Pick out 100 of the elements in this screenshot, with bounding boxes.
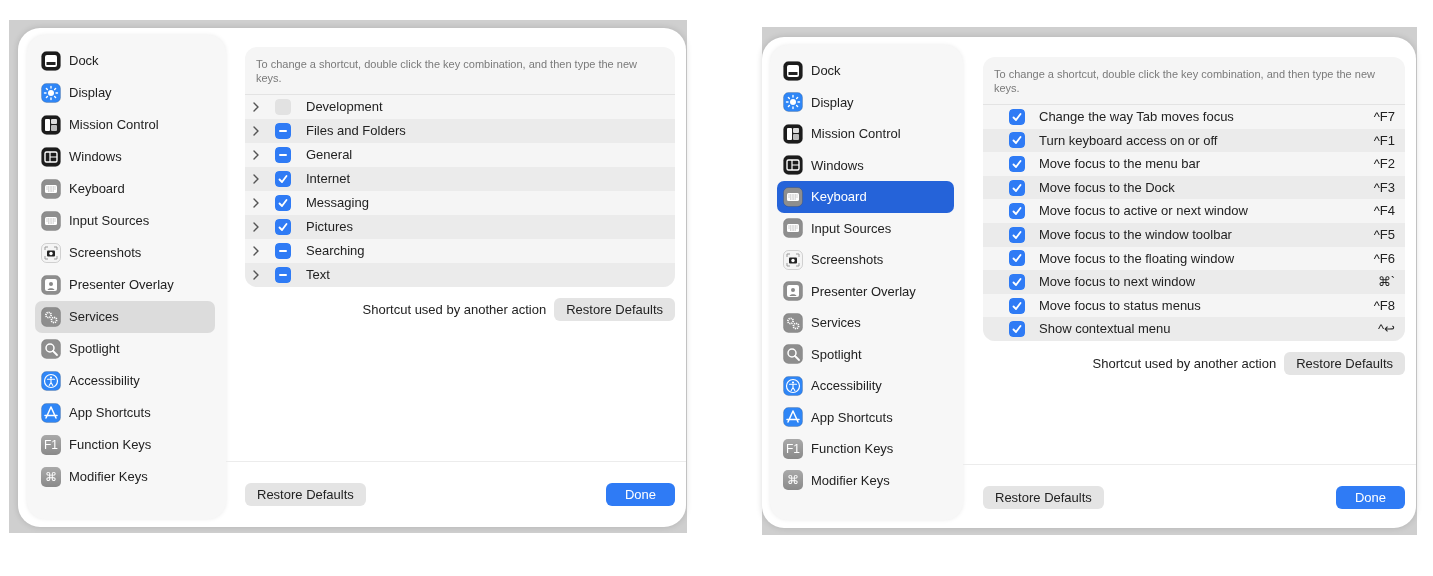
keyboard-icon xyxy=(783,218,803,239)
row-label: Change the way Tab moves focus xyxy=(1039,109,1234,125)
chevron-icon[interactable] xyxy=(251,173,261,185)
triangle-lines-icon xyxy=(783,407,803,428)
shortcut-keys[interactable]: ^F1 xyxy=(1373,130,1395,151)
sidebar-item[interactable]: Display xyxy=(35,77,215,109)
sidebar-item[interactable]: Presenter Overlay xyxy=(777,275,954,307)
row-label: Files and Folders xyxy=(306,123,406,139)
sidebar-item[interactable]: Spotlight xyxy=(777,338,954,370)
windows-grid-icon xyxy=(783,123,803,144)
sidebar-item[interactable]: Windows xyxy=(35,141,215,173)
shortcut-keys[interactable]: ^F7 xyxy=(1373,107,1395,127)
sidebar-item[interactable]: F1 Function Keys xyxy=(35,429,215,461)
checkbox[interactable] xyxy=(1009,132,1025,149)
shortcut-keys[interactable]: ^F5 xyxy=(1373,225,1395,245)
key-icon: ⌘ xyxy=(783,470,803,491)
checkbox[interactable] xyxy=(1009,156,1025,172)
sidebar-item[interactable]: Keyboard xyxy=(777,181,954,213)
row-label: Move focus to the menu bar xyxy=(1039,156,1201,172)
conflict-note: Shortcut used by another action xyxy=(1092,354,1277,373)
sidebar-item[interactable]: Display xyxy=(777,86,954,118)
sidebar-item[interactable]: Mission Control xyxy=(777,118,954,150)
shortcut-keys[interactable]: ^F4 xyxy=(1373,201,1395,221)
row-label: Move focus to active or next window xyxy=(1039,203,1248,219)
row-label: Move focus to the Dock xyxy=(1039,179,1175,195)
chevron-icon[interactable] xyxy=(251,221,261,233)
checkbox[interactable] xyxy=(1009,179,1025,196)
dock-icon xyxy=(783,60,803,81)
row-label: Searching xyxy=(306,243,365,259)
sidebar-item[interactable]: Accessibility xyxy=(35,365,215,397)
done-button[interactable]: Done xyxy=(1335,486,1405,509)
search-icon xyxy=(783,344,803,365)
sidebar-item[interactable]: App Shortcuts xyxy=(777,401,954,433)
sidebar-item[interactable]: Mission Control xyxy=(35,109,215,141)
checkbox[interactable] xyxy=(1009,226,1025,243)
accessibility-icon xyxy=(783,375,803,396)
sidebar-item[interactable]: Services xyxy=(777,307,954,339)
shortcut-keys[interactable]: ^F8 xyxy=(1373,295,1395,316)
sidebar-item[interactable]: Screenshots xyxy=(35,237,215,269)
chevron-icon[interactable] xyxy=(251,197,261,209)
shortcut-keys[interactable]: ^↩ xyxy=(1377,319,1395,339)
shortcut-keys[interactable]: ^F3 xyxy=(1373,177,1395,198)
checkbox[interactable] xyxy=(1009,108,1025,125)
sun-icon xyxy=(41,83,61,103)
sidebar-item[interactable]: Input Sources xyxy=(35,205,215,237)
checkbox[interactable] xyxy=(275,195,291,211)
sidebar-item[interactable]: Dock xyxy=(777,55,954,87)
chevron-icon[interactable] xyxy=(251,101,261,113)
triangle-lines-icon xyxy=(41,403,61,423)
row-label: Pictures xyxy=(306,219,353,235)
restore-defaults-button[interactable]: Restore Defaults xyxy=(245,483,366,506)
shortcut-keys[interactable]: ^F6 xyxy=(1373,248,1395,269)
checkbox[interactable] xyxy=(275,267,291,283)
sidebar-item[interactable]: ⌘ Modifier Keys xyxy=(777,464,954,496)
checkbox[interactable] xyxy=(1009,250,1025,267)
hint-text: To change a shortcut, double click the key combination, and then type the new keys. xyxy=(245,47,675,95)
chevron-icon[interactable] xyxy=(251,125,261,137)
restore-defaults-button[interactable]: Restore Defaults xyxy=(983,486,1104,509)
sidebar-item[interactable]: Services xyxy=(35,301,215,333)
checkbox[interactable] xyxy=(275,171,291,187)
sidebar-item[interactable]: ⌘ Modifier Keys xyxy=(35,461,215,493)
chevron-icon[interactable] xyxy=(251,269,261,281)
checkbox[interactable] xyxy=(275,147,291,163)
row-label: Text xyxy=(306,267,330,283)
sidebar-item[interactable]: Screenshots xyxy=(777,244,954,276)
checkbox[interactable] xyxy=(275,123,291,139)
checkbox[interactable] xyxy=(275,219,291,235)
sidebar-item[interactable]: Windows xyxy=(777,149,954,181)
checkbox[interactable] xyxy=(1009,273,1025,290)
done-button[interactable]: Done xyxy=(605,483,675,506)
row-label: Move focus to the window toolbar xyxy=(1039,227,1232,242)
sidebar-item[interactable]: Input Sources xyxy=(777,212,954,244)
shortcut-keys[interactable]: ⌘` xyxy=(1377,272,1395,292)
restore-defaults-button[interactable]: Restore Defaults xyxy=(1284,351,1405,375)
sun-icon xyxy=(783,92,803,113)
window-icon xyxy=(783,155,803,176)
row-label: Internet xyxy=(306,171,351,187)
sidebar-item[interactable]: Accessibility xyxy=(777,370,954,402)
shortcut-keys[interactable]: ^F2 xyxy=(1373,154,1395,174)
checkbox[interactable] xyxy=(1009,297,1025,314)
chevron-icon[interactable] xyxy=(251,245,261,257)
gears-icon xyxy=(41,307,61,327)
checkbox[interactable] xyxy=(1009,203,1025,220)
chevron-icon[interactable] xyxy=(251,149,261,161)
sidebar-item[interactable]: Keyboard xyxy=(35,173,215,205)
row-label: Move focus to the floating window xyxy=(1039,250,1235,266)
row-label: Move focus to status menus xyxy=(1039,297,1201,313)
sidebar-item[interactable]: F1 Function Keys xyxy=(777,433,954,465)
sidebar-item[interactable]: App Shortcuts xyxy=(35,397,215,429)
restore-defaults-button[interactable]: Restore Defaults xyxy=(554,298,675,321)
hint-text: To change a shortcut, double click the key combination, and then type the new keys. xyxy=(983,57,1405,105)
sidebar-item[interactable]: Spotlight xyxy=(35,333,215,365)
checkbox[interactable] xyxy=(275,243,291,259)
person-icon xyxy=(41,275,61,295)
sidebar-item[interactable]: Dock xyxy=(35,45,215,77)
accessibility-icon xyxy=(41,371,61,391)
sidebar-item[interactable]: Presenter Overlay xyxy=(35,269,215,301)
camera-icon xyxy=(41,243,61,263)
checkbox[interactable] xyxy=(1009,321,1025,338)
keyboard-icon xyxy=(41,179,61,199)
